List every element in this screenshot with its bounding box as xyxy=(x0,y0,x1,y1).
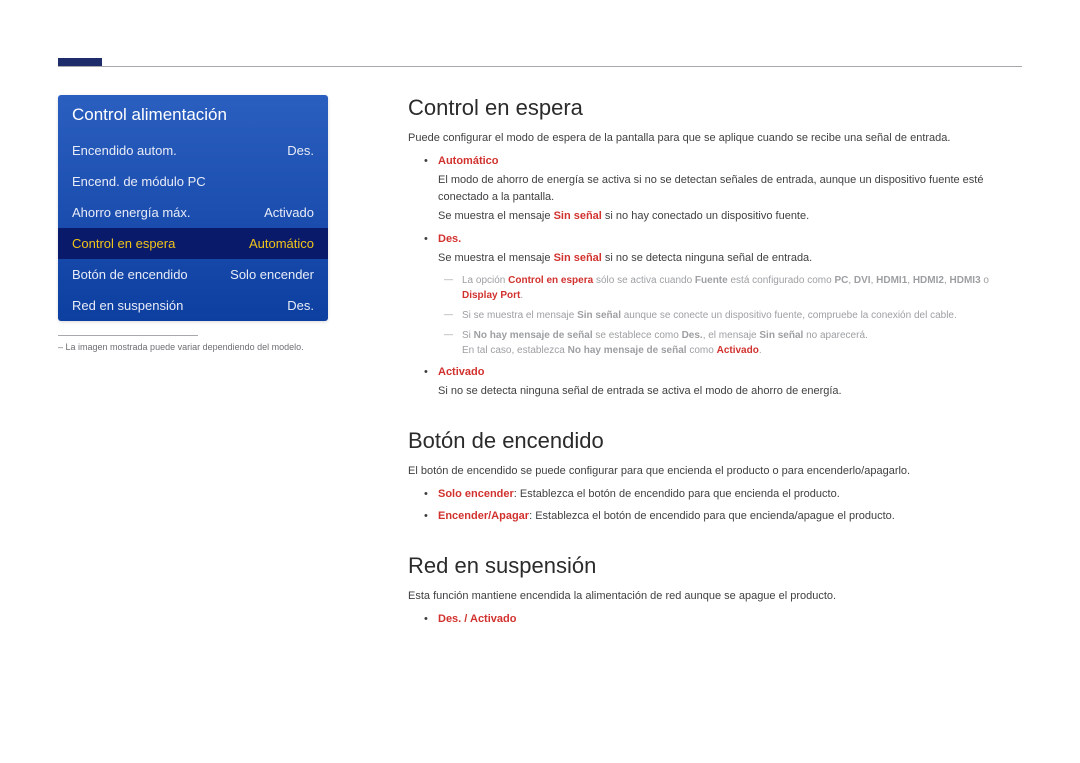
menu-item-value: Automático xyxy=(249,236,314,251)
option-label: Automático xyxy=(438,155,499,167)
network-standby-options: Des. / Activado xyxy=(408,611,1012,628)
section-heading-network-standby: Red en suspensión xyxy=(408,553,1012,579)
menu-item-value: Solo encender xyxy=(230,267,314,282)
menu-item-label: Encendido autom. xyxy=(72,143,177,158)
option-des-activado: Des. / Activado xyxy=(438,611,1012,628)
menu-item-pc-module[interactable]: Encend. de módulo PC xyxy=(58,166,328,197)
note-3: Si No hay mensaje de señal se establece … xyxy=(448,328,1012,358)
option-auto-line2: Se muestra el mensaje Sin señal si no ha… xyxy=(438,208,1012,225)
power-button-options: Solo encender: Establezca el botón de en… xyxy=(408,486,1012,525)
option-auto-line1: El modo de ahorro de energía se activa s… xyxy=(438,172,1012,205)
menu-item-label: Red en suspensión xyxy=(72,298,183,313)
standby-options-list: Automático El modo de ahorro de energía … xyxy=(408,153,1012,400)
menu-item-label: Encend. de módulo PC xyxy=(72,174,206,189)
option-des: Des. Se muestra el mensaje Sin señal si … xyxy=(438,231,1012,358)
left-column: Control alimentación Encendido autom. De… xyxy=(58,95,358,633)
menu-item-max-energy-saving[interactable]: Ahorro energía máx. Activado xyxy=(58,197,328,228)
option-label: Activado xyxy=(438,366,484,378)
network-standby-intro: Esta función mantiene encendida la alime… xyxy=(408,589,1012,605)
menu-item-auto-power-on[interactable]: Encendido autom. Des. xyxy=(58,135,328,166)
section-heading-standby: Control en espera xyxy=(408,95,1012,121)
right-column: Control en espera Puede configurar el mo… xyxy=(408,95,1022,633)
menu-item-network-standby[interactable]: Red en suspensión Des. xyxy=(58,290,328,321)
menu-item-power-button[interactable]: Botón de encendido Solo encender xyxy=(58,259,328,290)
note-2: Si se muestra el mensaje Sin señal aunqu… xyxy=(448,308,1012,323)
settings-menu-panel: Control alimentación Encendido autom. De… xyxy=(58,95,328,321)
menu-item-standby-control[interactable]: Control en espera Automático xyxy=(58,228,328,259)
option-power-on-off: Encender/Apagar: Establezca el botón de … xyxy=(438,508,1012,525)
menu-item-label: Ahorro energía máx. xyxy=(72,205,191,220)
footnote-separator xyxy=(58,335,198,336)
option-activado-line: Si no se detecta ninguna señal de entrad… xyxy=(438,383,1012,400)
menu-item-label: Botón de encendido xyxy=(72,267,188,282)
section-heading-power-button: Botón de encendido xyxy=(408,428,1012,454)
menu-item-label: Control en espera xyxy=(72,236,175,251)
header-tab xyxy=(58,58,102,66)
menu-item-value: Des. xyxy=(287,143,314,158)
page-content: Control alimentación Encendido autom. De… xyxy=(58,95,1022,633)
footnote-text: La imagen mostrada puede variar dependie… xyxy=(58,342,358,352)
option-label: Des. xyxy=(438,233,461,245)
power-button-intro: El botón de encendido se puede configura… xyxy=(408,464,1012,480)
option-des-line1: Se muestra el mensaje Sin señal si no se… xyxy=(438,250,1012,267)
menu-title: Control alimentación xyxy=(58,95,328,135)
note-1: La opción Control en espera sólo se acti… xyxy=(448,273,1012,303)
option-auto: Automático El modo de ahorro de energía … xyxy=(438,153,1012,225)
header-rule xyxy=(58,66,1022,67)
menu-item-value: Activado xyxy=(264,205,314,220)
standby-notes: La opción Control en espera sólo se acti… xyxy=(438,273,1012,358)
option-activado: Activado Si no se detecta ninguna señal … xyxy=(438,364,1012,400)
option-power-on-only: Solo encender: Establezca el botón de en… xyxy=(438,486,1012,503)
menu-item-value: Des. xyxy=(287,298,314,313)
standby-intro: Puede configurar el modo de espera de la… xyxy=(408,131,1012,147)
